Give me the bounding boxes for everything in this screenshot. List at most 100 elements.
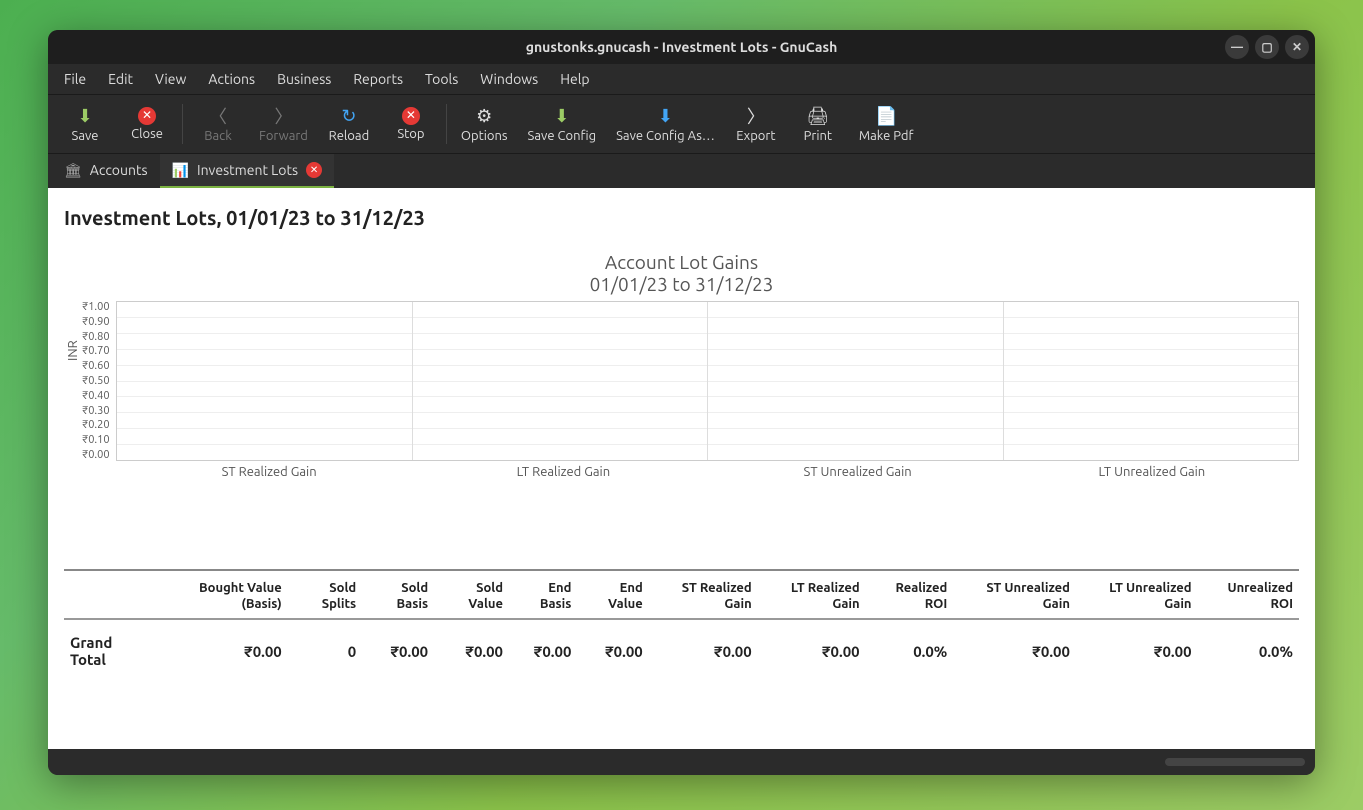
chart: INR ₹1.00 ₹0.90 ₹0.80 ₹0.70 ₹0.60 ₹0.50 … bbox=[64, 301, 1299, 461]
tab-accounts-label: Accounts bbox=[90, 162, 148, 178]
make-pdf-button[interactable]: 📄 Make Pdf bbox=[849, 101, 924, 147]
print-label: Print bbox=[804, 129, 832, 143]
tabbar: 🏛 Accounts 📊 Investment Lots ✕ bbox=[48, 154, 1315, 188]
close-window-button[interactable]: ✕ bbox=[1285, 35, 1309, 59]
ytick: ₹0.90 bbox=[82, 316, 110, 328]
menu-file[interactable]: File bbox=[54, 67, 96, 91]
cell-end-basis: ₹0.00 bbox=[509, 619, 577, 682]
col-end-value: End Value bbox=[577, 571, 648, 620]
ytick: ₹0.30 bbox=[82, 405, 110, 417]
menubar: File Edit View Actions Business Reports … bbox=[48, 64, 1315, 94]
chevron-right-icon: 〉 bbox=[272, 105, 294, 127]
save-label: Save bbox=[72, 129, 99, 143]
cell-label: Grand Total bbox=[64, 619, 155, 682]
report-icon: 📊 bbox=[172, 162, 189, 179]
app-window: gnustonks.gnucash - Investment Lots - Gn… bbox=[48, 30, 1315, 775]
col-end-basis: End Basis bbox=[509, 571, 577, 620]
reload-icon: ↻ bbox=[338, 105, 360, 127]
menu-windows[interactable]: Windows bbox=[470, 67, 548, 91]
menu-reports[interactable]: Reports bbox=[343, 67, 413, 91]
chart-xlabels: ST Realized Gain LT Realized Gain ST Unr… bbox=[122, 465, 1299, 479]
grand-total-row: Grand Total ₹0.00 0 ₹0.00 ₹0.00 ₹0.00 ₹0… bbox=[64, 619, 1299, 682]
col-label bbox=[64, 571, 155, 620]
cell-bought-value: ₹0.00 bbox=[155, 619, 288, 682]
save-config-as-label: Save Config As… bbox=[616, 129, 715, 143]
menu-edit[interactable]: Edit bbox=[98, 67, 143, 91]
save-config-button[interactable]: ⬇ Save Config bbox=[518, 101, 607, 147]
window-title: gnustonks.gnucash - Investment Lots - Gn… bbox=[526, 39, 838, 55]
xlab: LT Unrealized Gain bbox=[1005, 465, 1299, 479]
cell-st-realized-gain: ₹0.00 bbox=[649, 619, 758, 682]
col-sold-basis: Sold Basis bbox=[362, 571, 434, 620]
xlab: ST Unrealized Gain bbox=[711, 465, 1005, 479]
save-config-label: Save Config bbox=[528, 129, 597, 143]
col-realized-roi: Realized ROI bbox=[866, 571, 954, 620]
reload-label: Reload bbox=[329, 129, 370, 143]
print-button[interactable]: 🖨 Print bbox=[787, 101, 849, 147]
menu-tools[interactable]: Tools bbox=[415, 67, 468, 91]
menu-view[interactable]: View bbox=[145, 67, 196, 91]
cell-lt-realized-gain: ₹0.00 bbox=[758, 619, 866, 682]
ytick: ₹0.80 bbox=[82, 331, 110, 343]
toolbar-separator bbox=[182, 104, 183, 144]
reload-button[interactable]: ↻ Reload bbox=[318, 101, 380, 147]
maximize-button[interactable]: ▢ bbox=[1255, 35, 1279, 59]
tab-accounts[interactable]: 🏛 Accounts bbox=[52, 154, 160, 188]
ytick: ₹0.10 bbox=[82, 434, 110, 446]
menu-actions[interactable]: Actions bbox=[198, 67, 265, 91]
tab-investment-lots[interactable]: 📊 Investment Lots ✕ bbox=[160, 154, 335, 188]
chevron-left-icon: 〈 bbox=[207, 105, 229, 127]
close-icon: ✕ bbox=[138, 107, 156, 125]
minimize-button[interactable]: — bbox=[1225, 35, 1249, 59]
col-unrealized-roi: Unrealized ROI bbox=[1198, 571, 1299, 620]
report-viewport[interactable]: Investment Lots, 01/01/23 to 31/12/23 Ac… bbox=[48, 188, 1315, 749]
col-st-realized-gain: ST Realized Gain bbox=[649, 571, 758, 620]
stop-button[interactable]: ✕ Stop bbox=[380, 103, 442, 145]
col-sold-value: Sold Value bbox=[434, 571, 509, 620]
ytick: ₹0.70 bbox=[82, 345, 110, 357]
ytick: ₹1.00 bbox=[82, 301, 110, 313]
cell-sold-value: ₹0.00 bbox=[434, 619, 509, 682]
report-table: Bought Value (Basis) Sold Splits Sold Ba… bbox=[64, 569, 1299, 682]
chart-plot-area bbox=[116, 301, 1299, 461]
horizontal-scrollbar[interactable] bbox=[1165, 758, 1305, 766]
col-bought-value: Bought Value (Basis) bbox=[155, 571, 288, 620]
ytick: ₹0.50 bbox=[82, 375, 110, 387]
col-lt-unrealized-gain: LT Unrealized Gain bbox=[1076, 571, 1198, 620]
options-button[interactable]: ⚙ Options bbox=[451, 101, 518, 147]
cell-sold-splits: 0 bbox=[288, 619, 362, 682]
close-tab-button[interactable]: ✕ bbox=[306, 162, 322, 178]
col-lt-realized-gain: LT Realized Gain bbox=[758, 571, 866, 620]
chart-yticks: ₹1.00 ₹0.90 ₹0.80 ₹0.70 ₹0.60 ₹0.50 ₹0.4… bbox=[82, 301, 116, 461]
cell-realized-roi: 0.0% bbox=[866, 619, 954, 682]
menu-business[interactable]: Business bbox=[267, 67, 341, 91]
toolbar-separator bbox=[446, 104, 447, 144]
cell-lt-unrealized-gain: ₹0.00 bbox=[1076, 619, 1198, 682]
pdf-icon: 📄 bbox=[875, 105, 897, 127]
xlab: LT Realized Gain bbox=[416, 465, 710, 479]
col-st-unrealized-gain: ST Unrealized Gain bbox=[953, 571, 1076, 620]
printer-icon: 🖨 bbox=[807, 105, 829, 127]
save-icon: ⬇ bbox=[74, 105, 96, 127]
xlab: ST Realized Gain bbox=[122, 465, 416, 479]
stop-icon: ✕ bbox=[402, 107, 420, 125]
ytick: ₹0.20 bbox=[82, 419, 110, 431]
toolbar: ⬇ Save ✕ Close 〈 Back 〉 Forward ↻ Reload… bbox=[48, 94, 1315, 154]
ytick: ₹0.00 bbox=[82, 449, 110, 461]
tab-investment-lots-label: Investment Lots bbox=[197, 162, 298, 178]
forward-button[interactable]: 〉 Forward bbox=[249, 101, 318, 147]
back-button[interactable]: 〈 Back bbox=[187, 101, 249, 147]
forward-label: Forward bbox=[259, 129, 308, 143]
close-button[interactable]: ✕ Close bbox=[116, 103, 178, 145]
export-label: Export bbox=[736, 129, 775, 143]
options-label: Options bbox=[461, 129, 508, 143]
save-button[interactable]: ⬇ Save bbox=[54, 101, 116, 147]
cell-end-value: ₹0.00 bbox=[577, 619, 648, 682]
close-label: Close bbox=[131, 127, 163, 141]
save-config-as-button[interactable]: ⬇ Save Config As… bbox=[606, 101, 725, 147]
chart-subtitle: 01/01/23 to 31/12/23 bbox=[64, 273, 1299, 295]
menu-help[interactable]: Help bbox=[550, 67, 599, 91]
export-button[interactable]: 〉 Export bbox=[725, 101, 787, 147]
cell-sold-basis: ₹0.00 bbox=[362, 619, 434, 682]
download-icon: ⬇ bbox=[654, 105, 676, 127]
